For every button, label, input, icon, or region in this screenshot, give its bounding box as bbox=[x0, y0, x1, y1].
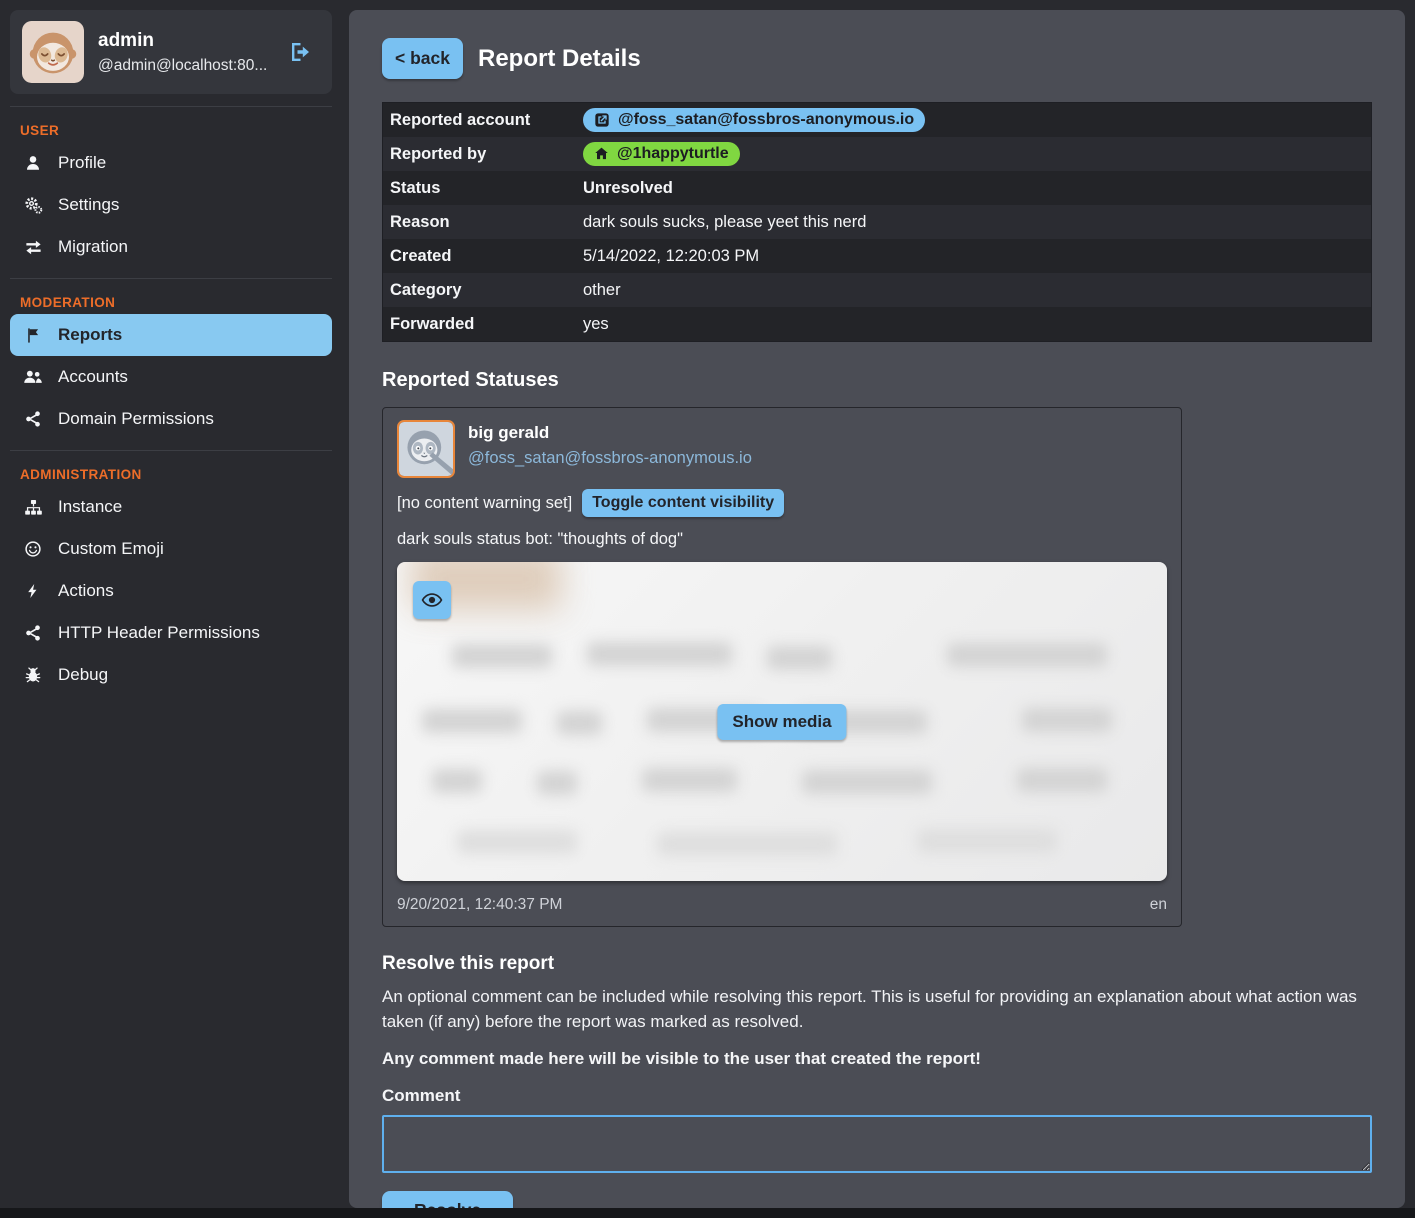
toggle-content-visibility-button[interactable]: Toggle content visibility bbox=[582, 489, 784, 517]
users-icon bbox=[23, 367, 43, 387]
back-button[interactable]: < back bbox=[382, 38, 463, 79]
sidebar-item-label: Custom Emoji bbox=[58, 539, 164, 559]
smiley-icon bbox=[23, 540, 43, 558]
external-link-icon bbox=[594, 112, 610, 128]
report-details-panel: < back Report Details Reported account @… bbox=[349, 10, 1405, 1208]
page: admin @admin@localhost:80... USER Profil… bbox=[0, 0, 1415, 1208]
status-account-link[interactable]: @foss_satan@fossbros-anonymous.io bbox=[468, 449, 752, 468]
row-label: Created bbox=[383, 247, 583, 266]
gears-icon bbox=[23, 196, 43, 215]
resolve-button[interactable]: Resolve bbox=[382, 1191, 513, 1208]
panel-header: < back Report Details bbox=[382, 38, 1372, 79]
section-header-user: USER bbox=[20, 123, 332, 138]
sidebar-item-profile[interactable]: Profile bbox=[10, 142, 332, 184]
sidebar-item-label: Instance bbox=[58, 497, 122, 517]
sidebar-item-label: Actions bbox=[58, 581, 114, 601]
table-row: Reason dark souls sucks, please yeet thi… bbox=[383, 205, 1371, 239]
section-header-administration: ADMINISTRATION bbox=[20, 467, 332, 482]
table-row: Reported by @1happyturtle bbox=[383, 137, 1371, 171]
sidebar-item-label: Accounts bbox=[58, 367, 128, 387]
bug-icon bbox=[23, 666, 43, 684]
sidebar-item-instance[interactable]: Instance bbox=[10, 486, 332, 528]
table-row: Forwarded yes bbox=[383, 307, 1371, 341]
reported-by-handle: @1happyturtle bbox=[617, 145, 729, 163]
row-label: Reported by bbox=[383, 145, 583, 164]
sidebar-item-label: Debug bbox=[58, 665, 108, 685]
eye-icon bbox=[421, 589, 443, 611]
resolve-warning: Any comment made here will be visible to… bbox=[382, 1049, 1372, 1069]
table-row: Created 5/14/2022, 12:20:03 PM bbox=[383, 239, 1371, 273]
flag-icon bbox=[23, 327, 43, 344]
reported-statuses-heading: Reported Statuses bbox=[382, 369, 1372, 392]
sidebar: admin @admin@localhost:80... USER Profil… bbox=[10, 10, 332, 1208]
category-value: other bbox=[583, 281, 621, 300]
sidebar-item-label: Settings bbox=[58, 195, 119, 215]
user-avatar bbox=[22, 21, 84, 83]
share-nodes-icon bbox=[23, 624, 43, 642]
eye-button[interactable] bbox=[413, 581, 451, 619]
row-label: Category bbox=[383, 281, 583, 300]
sidebar-nav: USER Profile Settings bbox=[10, 106, 332, 696]
sidebar-item-debug[interactable]: Debug bbox=[10, 654, 332, 696]
user-display-name: admin bbox=[98, 30, 267, 52]
status-language: en bbox=[1150, 896, 1167, 914]
reported-by-badge[interactable]: @1happyturtle bbox=[583, 142, 740, 166]
sidebar-item-reports[interactable]: Reports bbox=[10, 314, 332, 356]
sidebar-item-label: HTTP Header Permissions bbox=[58, 623, 260, 643]
comment-input[interactable] bbox=[382, 1115, 1372, 1173]
sidebar-item-actions[interactable]: Actions bbox=[10, 570, 332, 612]
report-info-table: Reported account @foss_satan@fossbros-an… bbox=[382, 102, 1372, 342]
status-value: Unresolved bbox=[583, 179, 673, 198]
row-label: Reported account bbox=[383, 111, 583, 130]
show-media-button[interactable]: Show media bbox=[717, 704, 846, 740]
home-icon bbox=[594, 146, 609, 161]
resolve-description: An optional comment can be included whil… bbox=[382, 985, 1372, 1034]
user-icon bbox=[23, 154, 43, 172]
status-avatar bbox=[397, 420, 455, 478]
sidebar-item-settings[interactable]: Settings bbox=[10, 184, 332, 226]
page-footer-strip bbox=[0, 1208, 1415, 1218]
table-row: Reported account @foss_satan@fossbros-an… bbox=[383, 103, 1371, 137]
status-display-name: big gerald bbox=[468, 423, 752, 443]
content-warning-text: [no content warning set] bbox=[397, 494, 572, 513]
user-card[interactable]: admin @admin@localhost:80... bbox=[10, 10, 332, 94]
sidebar-item-label: Reports bbox=[58, 325, 122, 345]
reported-account-handle: @foss_satan@fossbros-anonymous.io bbox=[618, 111, 914, 129]
sidebar-item-label: Migration bbox=[58, 237, 128, 257]
row-label: Reason bbox=[383, 213, 583, 232]
migration-arrows-icon bbox=[23, 238, 43, 257]
sidebar-item-label: Domain Permissions bbox=[58, 409, 214, 429]
user-handle: @admin@localhost:80... bbox=[98, 57, 267, 75]
sign-out-icon[interactable] bbox=[288, 40, 312, 64]
created-value: 5/14/2022, 12:20:03 PM bbox=[583, 247, 759, 266]
page-title: Report Details bbox=[478, 45, 641, 73]
status-card: big gerald @foss_satan@fossbros-anonymou… bbox=[382, 407, 1182, 927]
comment-label: Comment bbox=[382, 1086, 1372, 1106]
table-row: Status Unresolved bbox=[383, 171, 1371, 205]
table-row: Category other bbox=[383, 273, 1371, 307]
sidebar-item-http-header-permissions[interactable]: HTTP Header Permissions bbox=[10, 612, 332, 654]
sidebar-item-custom-emoji[interactable]: Custom Emoji bbox=[10, 528, 332, 570]
reason-value: dark souls sucks, please yeet this nerd bbox=[583, 213, 866, 232]
share-nodes-icon bbox=[23, 410, 43, 428]
status-content: dark souls status bot: "thoughts of dog" bbox=[397, 530, 1167, 549]
resolve-heading: Resolve this report bbox=[382, 953, 1372, 975]
sidebar-item-accounts[interactable]: Accounts bbox=[10, 356, 332, 398]
sidebar-item-label: Profile bbox=[58, 153, 106, 173]
reported-account-badge[interactable]: @foss_satan@fossbros-anonymous.io bbox=[583, 108, 925, 132]
status-media-blurred: Show media bbox=[397, 562, 1167, 881]
status-timestamp: 9/20/2021, 12:40:37 PM bbox=[397, 896, 562, 914]
row-label: Forwarded bbox=[383, 315, 583, 334]
section-header-moderation: MODERATION bbox=[20, 295, 332, 310]
forwarded-value: yes bbox=[583, 315, 609, 334]
sitemap-icon bbox=[23, 498, 43, 517]
sidebar-item-migration[interactable]: Migration bbox=[10, 226, 332, 268]
row-label: Status bbox=[383, 179, 583, 198]
bolt-icon bbox=[23, 583, 43, 599]
sidebar-item-domain-permissions[interactable]: Domain Permissions bbox=[10, 398, 332, 440]
